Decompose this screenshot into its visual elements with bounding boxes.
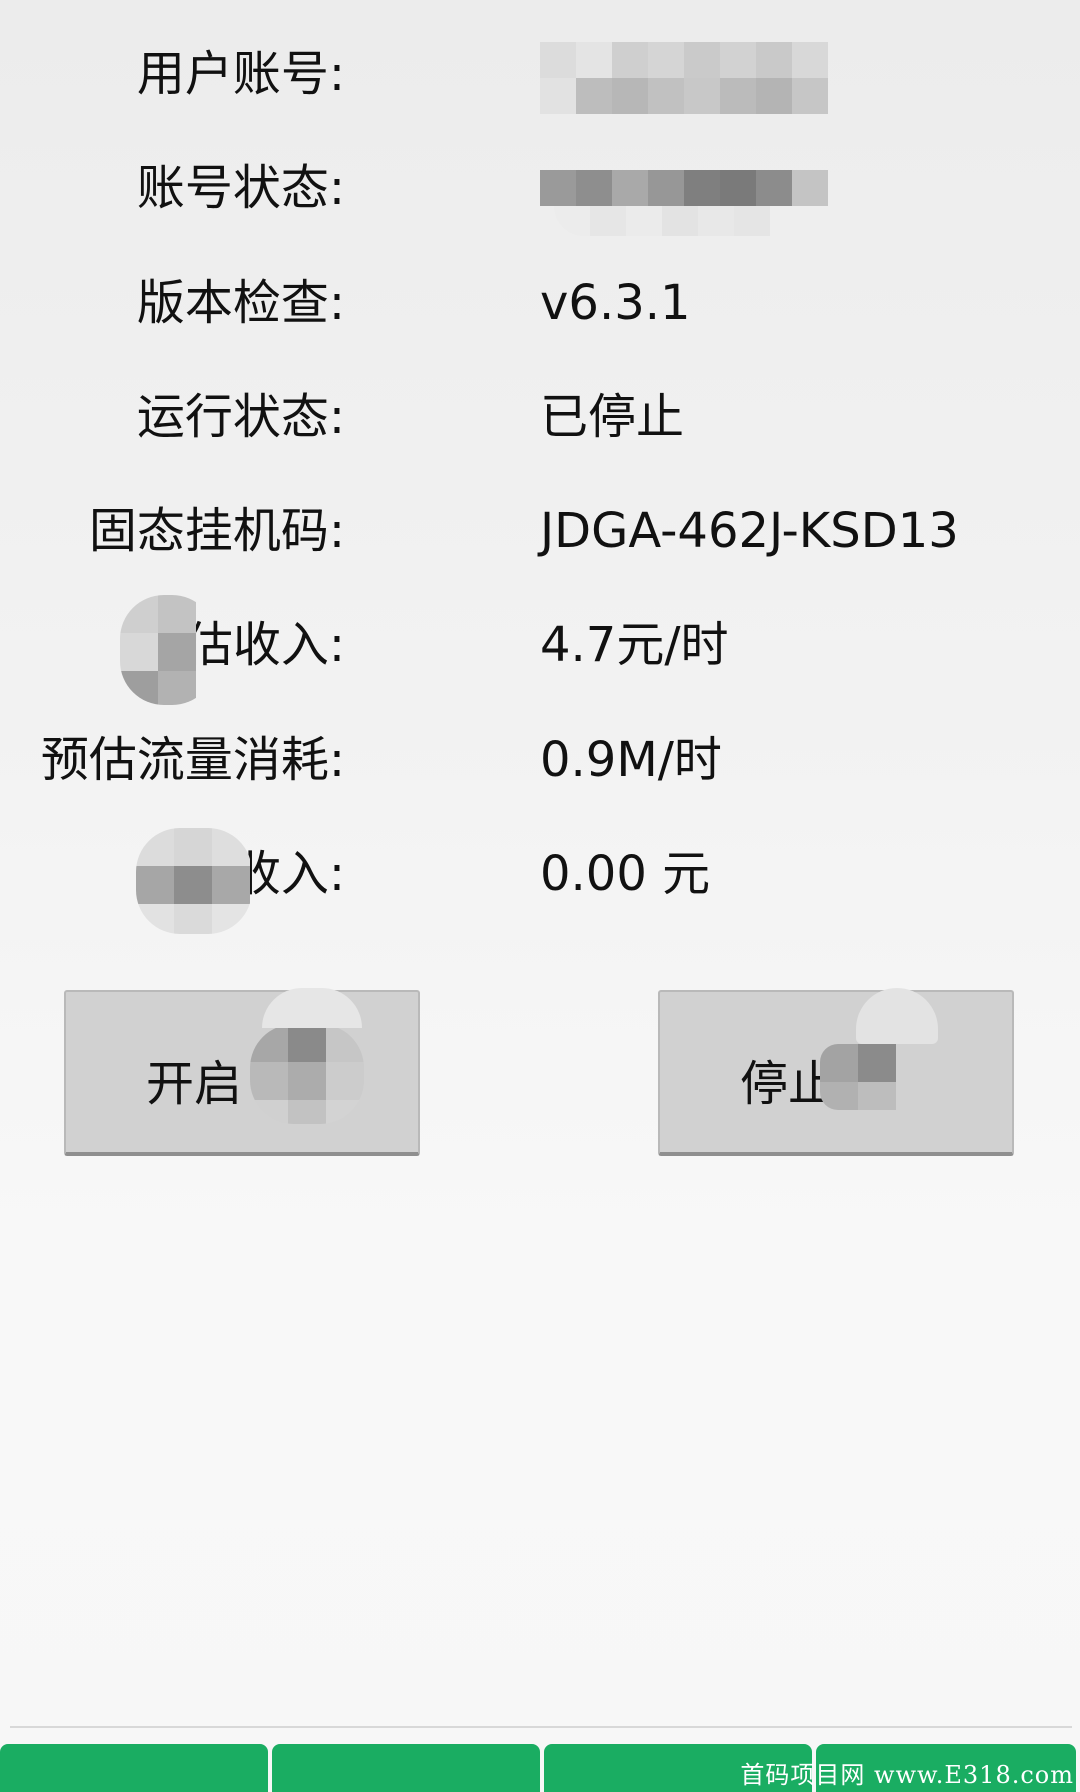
field-label: 固态挂机码: <box>88 503 345 560</box>
pixelation-mask <box>120 595 216 706</box>
field-label: 运行状态: <box>136 388 345 445</box>
start-button-label: 开启 <box>146 1056 243 1112</box>
pixelation-mask <box>540 42 828 114</box>
pixelation-mask <box>820 1044 932 1110</box>
tab-2[interactable] <box>272 1744 540 1792</box>
pixelation-mask <box>136 828 252 935</box>
pixelation-mask <box>554 206 806 237</box>
stop-button[interactable]: 停止 <box>658 988 1014 1156</box>
field-label: 预估流量消耗: <box>40 731 345 788</box>
machine-code-value: JDGA-462J-KSD13 <box>540 503 959 560</box>
pixelation-mask <box>262 988 362 1028</box>
field-label: 用户账号: <box>136 46 345 102</box>
field-run-status: 运行状态: 已停止 <box>0 361 1080 475</box>
run-status-value: 已停止 <box>540 388 685 445</box>
estimated-income-value: 4.7元/时 <box>540 617 729 674</box>
pixelation-mask <box>250 1024 364 1124</box>
action-buttons: 开启 停止 <box>0 988 1080 1160</box>
field-label: 账号状态: <box>136 160 345 217</box>
version-value: v6.3.1 <box>540 274 691 331</box>
field-version-check: 版本检查: v6.3.1 <box>0 247 1080 361</box>
info-list: 用户账号: 账号状态: 版本检查: v6.3.1 运行状态: 已停止 固态挂机码… <box>0 18 1080 935</box>
field-session-income: 本次收入: 0.00 元 <box>0 818 1080 935</box>
field-label: 版本检查: <box>136 274 345 331</box>
field-user-account: 用户账号: <box>0 18 1080 132</box>
estimated-traffic-value: 0.9M/时 <box>540 731 722 788</box>
tab-1[interactable] <box>0 1744 268 1792</box>
pixelation-mask <box>540 170 828 207</box>
start-button[interactable]: 开启 <box>64 988 420 1156</box>
watermark: 首码项目网 www.E318.com <box>740 1761 1074 1789</box>
session-income-value: 0.00 元 <box>540 846 711 903</box>
field-estimated-income: 预估收入: 4.7元/时 <box>0 589 1080 706</box>
field-estimated-traffic: 预估流量消耗: 0.9M/时 <box>0 704 1080 818</box>
divider <box>10 1726 1072 1728</box>
bottom-tab-bar: 首码项目网 www.E318.com <box>0 1744 1080 1792</box>
field-account-status: 账号状态: <box>0 132 1080 246</box>
field-machine-code: 固态挂机码: JDGA-462J-KSD13 <box>0 475 1080 589</box>
pixelation-mask <box>856 988 938 1044</box>
